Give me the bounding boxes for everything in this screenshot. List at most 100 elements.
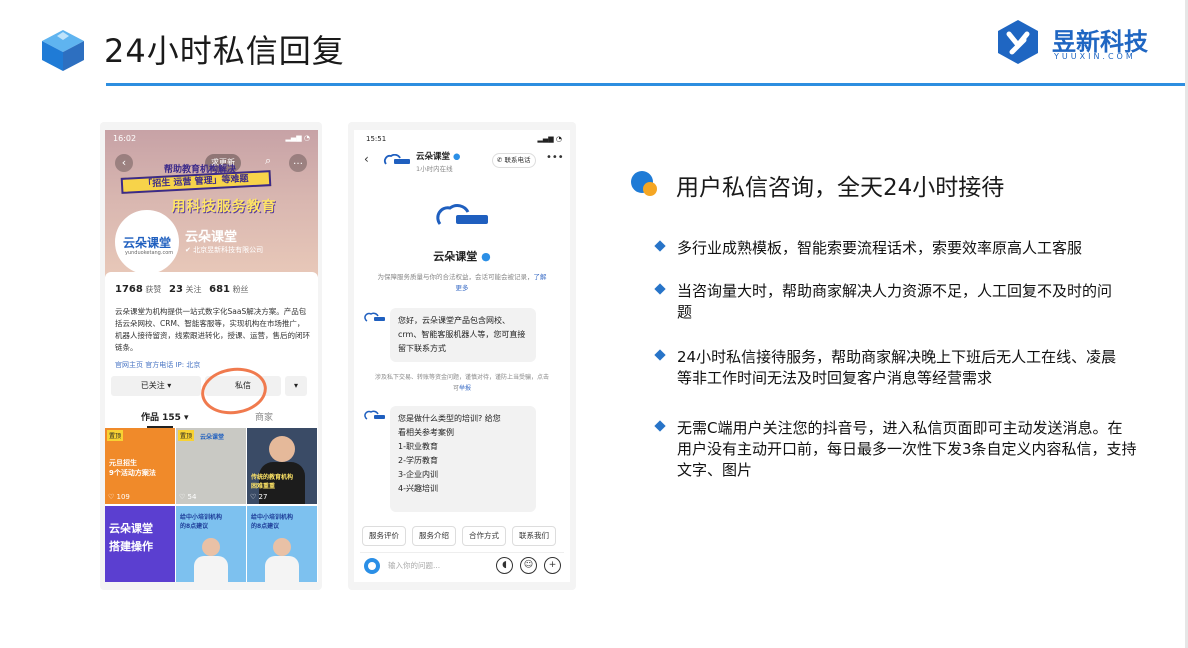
phone-chat-screenshot: 15:51 ▂▄▆ ◔ ‹ 云朵课堂 ● 1小时内在线 ✆ 联系电话 ••• 云…: [348, 122, 576, 590]
bubble-line: 1-职业教育: [398, 442, 438, 451]
pinned-badge: 置顶: [178, 430, 195, 441]
back-icon[interactable]: ‹: [115, 154, 133, 172]
verified-company: ✔ 北京昱新科技有限公司: [185, 246, 264, 254]
chat-input-bar: 输入你的问题... ◖ ☺ +: [360, 552, 564, 578]
diamond-bullet-icon: [654, 283, 666, 295]
tile-likes: ♡ 109: [108, 493, 130, 501]
company-name: 北京昱新科技有限公司: [193, 246, 264, 254]
diamond-bullet-icon: [654, 240, 666, 252]
contact-phone-button[interactable]: ✆ 联系电话: [492, 153, 536, 168]
tile-likes: ♡ 27: [250, 493, 268, 501]
video-grid: 置顶 元旦招生 9个活动方案法 ♡ 109 置顶 云朵课堂 ♡ 54 传统的教育…: [105, 428, 318, 582]
phone-profile-screenshot: 16:02 ▂▄▆ ◔ ‹ 求更新 ⌕ … 帮助教育机构解决 「招生 运营 管理…: [100, 122, 322, 590]
following-label: 关注: [185, 285, 202, 294]
audio-icon[interactable]: ◖: [496, 557, 513, 574]
bot-avatar-icon: [364, 312, 385, 322]
more-icon[interactable]: •••: [546, 152, 564, 163]
notice-text: 为保障服务质量与你的合法权益，会话可能会被记录，: [377, 273, 534, 281]
video-tile[interactable]: 置顶 元旦招生 9个活动方案法 ♡ 109: [105, 428, 175, 504]
presenter-body: [194, 556, 228, 582]
back-icon[interactable]: ‹: [364, 152, 369, 166]
profile-description: 云朵课堂为机构提供一站式数字化SaaS解决方案。产品包括云朵网校、CRM、智能客…: [115, 307, 310, 352]
phone-label: 联系电话: [504, 156, 531, 164]
pinned-badge: 置顶: [107, 430, 124, 441]
bullet-text: 无需C端用户关注您的抖音号，进入私信页面即可主动发送消息。在用户没有主动开口前，…: [677, 419, 1137, 479]
video-tile[interactable]: 给中小培训机构 的8点建议: [247, 506, 317, 582]
avatar[interactable]: 云朵课堂 yunduoketang.com: [115, 210, 179, 274]
plus-icon[interactable]: +: [544, 557, 561, 574]
tab-shop[interactable]: 商家: [255, 410, 273, 423]
verified-icon: ●: [452, 152, 461, 162]
quick-reply-button[interactable]: 服务介绍: [412, 526, 456, 546]
bubble-line: 3-企业内训: [398, 470, 438, 479]
slide-header: 24小时私信回复 昱新科技 YUUXIN.COM: [0, 0, 1188, 92]
report-link[interactable]: 举报: [459, 385, 471, 392]
presenter-body: [265, 556, 299, 582]
fans-count: 681: [209, 284, 231, 295]
profile-card: 1768 获赞 23 关注 681 粉丝 云朵课堂为机构提供一站式数字化SaaS…: [105, 272, 318, 434]
video-tile[interactable]: 云朵课堂 搭建操作: [105, 506, 175, 582]
tile-caption: 元旦招生 9个活动方案法: [109, 459, 156, 477]
profile-links[interactable]: 官网主页 官方电话 IP: 北京: [115, 360, 200, 370]
tile-caption: 给中小培训机构 的8点建议: [180, 514, 223, 530]
presenter-figure: [269, 436, 295, 462]
video-tile[interactable]: 给中小培训机构 的8点建议: [176, 506, 246, 582]
profile-banner: 16:02 ▂▄▆ ◔ ‹ 求更新 ⌕ … 帮助教育机构解决 「招生 运营 管理…: [105, 130, 318, 280]
video-tile[interactable]: 传统的教育机构 困难重重 ♡ 27: [247, 428, 317, 504]
header-divider: [106, 83, 1188, 86]
avatar-url: yunduoketang.com: [125, 250, 174, 256]
presenter-figure: [202, 538, 220, 556]
following-count: 23: [169, 284, 183, 295]
bubble-line: 4-兴趣培训: [398, 484, 438, 493]
follow-button[interactable]: 已关注 ▾: [111, 376, 201, 396]
brand-mark-icon: [998, 20, 1038, 64]
cube-logo-icon: [42, 30, 84, 71]
brand-logo: 昱新科技 YUUXIN.COM: [994, 18, 1154, 68]
status-time: 16:02: [113, 134, 137, 143]
status-icons: ▂▄▆ ◔: [537, 135, 562, 143]
chat-brand-name: 云朵课堂 ●: [354, 248, 570, 264]
phone-icon: ✆: [497, 156, 503, 164]
chat-screen: 15:51 ▂▄▆ ◔ ‹ 云朵课堂 ● 1小时内在线 ✆ 联系电话 ••• 云…: [354, 130, 570, 582]
verified-icon: ●: [481, 250, 491, 263]
chat-bubble: 您好，云朵课堂产品包含网校、crm、智能客服机器人等，您可直接留下联系方式: [390, 308, 536, 362]
contact-name-text: 云朵课堂: [416, 152, 451, 162]
avatar-text: 云朵课堂: [123, 236, 172, 250]
message-input[interactable]: 输入你的问题...: [388, 560, 440, 571]
more-icon[interactable]: …: [289, 154, 307, 172]
quick-reply-button[interactable]: 合作方式: [462, 526, 506, 546]
bullet-text: 多行业成熟模板，智能索要流程话术，索要效率原高人工客服: [677, 239, 1083, 257]
bubble-line: 看相关参考案例: [398, 428, 454, 437]
fans-label: 粉丝: [232, 285, 249, 294]
diamond-bullet-icon: [654, 420, 666, 432]
tab-works[interactable]: 作品 155 ▾: [141, 410, 189, 423]
tile-likes: ♡ 54: [179, 493, 197, 501]
profile-screen: 16:02 ▂▄▆ ◔ ‹ 求更新 ⌕ … 帮助教育机构解决 「招生 运营 管理…: [105, 130, 318, 582]
voice-icon[interactable]: [364, 558, 380, 574]
bubble-line: 您是做什么类型的培训? 给您: [398, 414, 501, 423]
safety-warning: 涉及私下交易、转账等资金问题，谨慎对待，谨防上当受骗，点击可举报: [374, 372, 550, 394]
bullet-text: 当咨询量大时，帮助商家解决人力资源不足，人工回复不及时的问题: [677, 282, 1113, 321]
presenter-figure: [273, 538, 291, 556]
emoji-icon[interactable]: ☺: [520, 557, 537, 574]
bubble-line: 2-学历教育: [398, 456, 438, 465]
tile-caption: 云朵课堂: [200, 434, 225, 441]
promo-line-3: 用科技服务教育: [171, 199, 277, 215]
section-dot-icon: [631, 171, 657, 196]
chat-bubble: 您是做什么类型的培训? 给您 看相关参考案例 1-职业教育 2-学历教育 3-企…: [390, 406, 536, 512]
privacy-notice: 为保障服务质量与你的合法权益，会话可能会被记录，了解更多: [376, 272, 548, 294]
cloud-logo-icon: [436, 204, 488, 225]
profile-stats: 1768 获赞 23 关注 681 粉丝: [115, 284, 249, 295]
search-icon[interactable]: ⌕: [265, 154, 271, 168]
quick-reply-button[interactable]: 联系我们: [512, 526, 556, 546]
tile-caption: 传统的教育机构 困难重重: [251, 474, 294, 490]
diamond-bullet-icon: [654, 349, 666, 361]
video-tile[interactable]: 置顶 云朵课堂 ♡ 54: [176, 428, 246, 504]
online-status: 1小时内在线: [416, 165, 453, 173]
more-dropdown-button[interactable]: ▾: [285, 376, 307, 396]
quick-reply-button[interactable]: 服务评价: [362, 526, 406, 546]
tile-caption: 给中小培训机构 的8点建议: [251, 514, 294, 530]
profile-tabs: 作品 155 ▾ 商家: [105, 404, 318, 428]
brand-name-text: 云朵课堂: [433, 250, 478, 263]
brand-url: YUUXIN.COM: [1054, 52, 1136, 61]
